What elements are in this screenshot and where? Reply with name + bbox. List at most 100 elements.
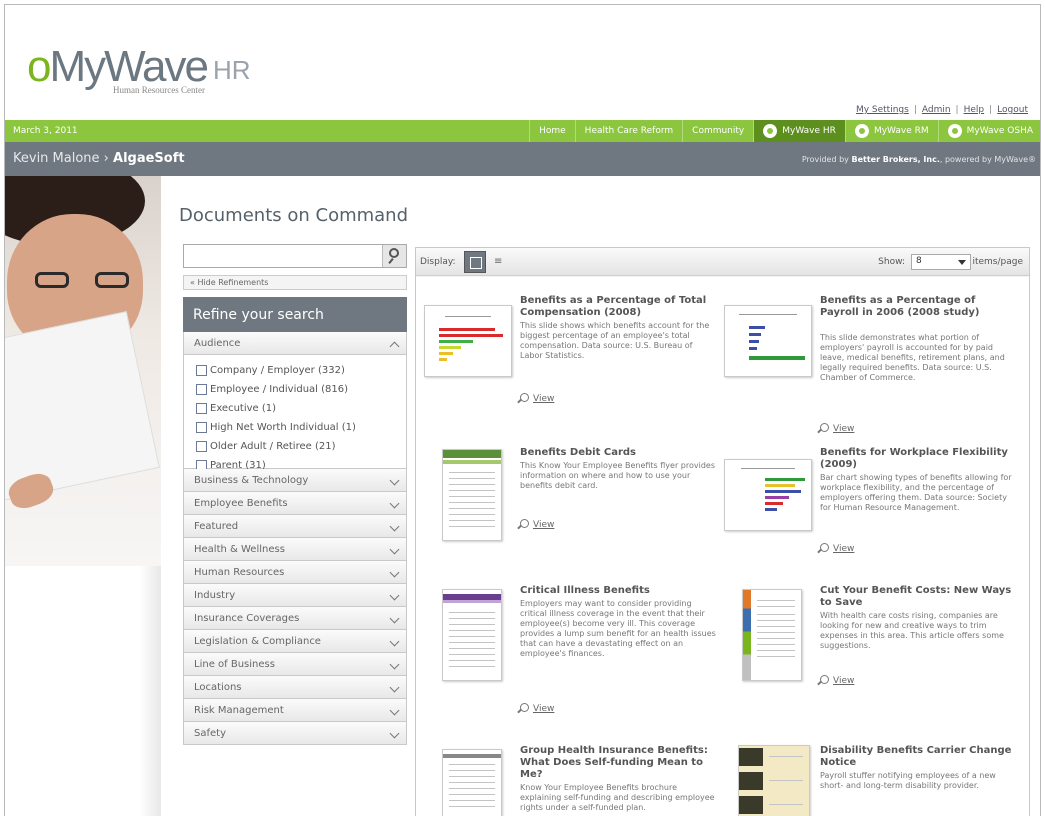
decorative-photo	[5, 176, 161, 816]
mywave-hr-icon	[763, 124, 778, 138]
view-link[interactable]: View	[820, 675, 854, 686]
accordion-business-technology[interactable]: Business & Technology	[183, 469, 407, 492]
nav-mywave-rm[interactable]: MyWave RM	[844, 120, 938, 142]
mywave-logo[interactable]: oMyWave HR Human Resources Center	[27, 41, 257, 103]
document-thumbnail[interactable]	[738, 745, 810, 816]
nav-mywave-hr[interactable]: MyWave HR	[753, 120, 845, 142]
document-description: With health care costs rising, companies…	[820, 611, 1004, 650]
accordion-legislation-compliance[interactable]: Legislation & Compliance	[183, 630, 407, 653]
audience-checkbox[interactable]: Executive (1)	[196, 399, 396, 418]
documents-grid: Benefits as a Percentage of Total Compen…	[416, 277, 1029, 816]
document-thumbnail[interactable]	[424, 305, 512, 377]
utility-links: My Settings | Admin | Help | Logout	[855, 105, 1028, 115]
chevron-down-icon	[389, 682, 400, 693]
chevron-down-icon	[389, 498, 400, 509]
display-label: Display:	[420, 257, 456, 267]
checkbox-icon	[196, 441, 207, 452]
refine-panel: Refine your search Audience Company / Em…	[183, 297, 407, 745]
audience-checkbox[interactable]: Older Adult / Retiree (21)	[196, 437, 396, 456]
document-card: Disability Benefits Carrier Change Notic…	[724, 745, 1024, 816]
search-button[interactable]	[382, 245, 406, 267]
audience-checkbox[interactable]: High Net Worth Individual (1)	[196, 418, 396, 437]
results-panel: Display: ≡ Show: 8 items/page Benefits a	[415, 247, 1030, 816]
magnifier-icon	[520, 393, 529, 402]
checkbox-icon	[196, 365, 207, 376]
user-info: Kevin Malone › AlgaeSoft	[13, 151, 185, 166]
document-title[interactable]: Benefits for Workplace Flexibility (2009…	[820, 447, 1016, 471]
checkbox-icon	[196, 422, 207, 433]
view-link[interactable]: View	[520, 703, 554, 714]
document-title[interactable]: Cut Your Benefit Costs: New Ways to Save	[820, 585, 1016, 609]
chevron-down-icon	[389, 636, 400, 647]
document-thumbnail[interactable]	[442, 749, 502, 816]
mywave-rm-icon	[854, 124, 869, 138]
chevron-down-icon	[389, 728, 400, 739]
document-thumbnail[interactable]	[742, 589, 802, 681]
document-card: Benefits for Workplace Flexibility (2009…	[724, 447, 1024, 577]
document-title[interactable]: Benefits Debit Cards	[520, 447, 716, 459]
accordion-risk-management[interactable]: Risk Management	[183, 699, 407, 722]
document-title[interactable]: Critical Illness Benefits	[520, 585, 716, 597]
accordion-featured[interactable]: Featured	[183, 515, 407, 538]
show-label: Show:	[878, 257, 905, 267]
page-title: Documents on Command	[179, 205, 409, 226]
document-description: Bar chart showing types of benefits allo…	[820, 473, 1012, 512]
search-icon	[389, 248, 399, 258]
chevron-down-icon	[389, 705, 400, 716]
nav-home[interactable]: Home	[529, 120, 575, 142]
document-thumbnail[interactable]	[724, 459, 812, 531]
document-card: Benefits as a Percentage of Payroll in 2…	[724, 295, 1024, 435]
document-card: Critical Illness Benefits Employers may …	[424, 585, 724, 735]
nav-community[interactable]: Community	[682, 120, 753, 142]
accordion-audience[interactable]: Audience	[183, 332, 407, 355]
logout-link[interactable]: Logout	[997, 105, 1028, 115]
company-name: AlgaeSoft	[113, 151, 185, 166]
nav-mywave-osha[interactable]: MyWave OSHA	[937, 120, 1040, 142]
list-view-icon[interactable]: ≡	[494, 256, 502, 267]
document-thumbnail[interactable]	[442, 589, 502, 681]
accordion-health-wellness[interactable]: Health & Wellness	[183, 538, 407, 561]
chevron-up-icon	[389, 341, 400, 352]
chevron-down-icon	[389, 567, 400, 578]
user-bar: Kevin Malone › AlgaeSoft Provided by Bet…	[5, 142, 1040, 176]
document-thumbnail[interactable]	[442, 449, 502, 541]
main-nav-bar: March 3, 2011 Home Health Care Reform Co…	[5, 120, 1040, 142]
magnifier-icon	[820, 675, 829, 684]
view-link[interactable]: View	[520, 393, 554, 404]
my-settings-link[interactable]: My Settings	[856, 105, 909, 115]
accordion-employee-benefits[interactable]: Employee Benefits	[183, 492, 407, 515]
accordion-human-resources[interactable]: Human Resources	[183, 561, 407, 584]
main-nav: Home Health Care Reform Community MyWave…	[529, 120, 1040, 142]
items-per-page-select[interactable]: 8	[911, 254, 971, 270]
accordion-safety[interactable]: Safety	[183, 722, 407, 745]
chevron-down-icon	[389, 659, 400, 670]
logo-subtitle: Human Resources Center	[113, 85, 205, 95]
document-title[interactable]: Benefits as a Percentage of Total Compen…	[520, 295, 716, 319]
accordion-insurance-coverages[interactable]: Insurance Coverages	[183, 607, 407, 630]
audience-checkbox[interactable]: Employee / Individual (816)	[196, 380, 396, 399]
mywave-osha-icon	[947, 124, 962, 138]
document-title[interactable]: Benefits as a Percentage of Payroll in 2…	[820, 295, 1016, 319]
app-frame: oMyWave HR Human Resources Center My Sett…	[4, 4, 1041, 816]
help-link[interactable]: Help	[964, 105, 985, 115]
chevron-down-icon	[389, 613, 400, 624]
grid-view-icon[interactable]	[464, 251, 486, 273]
document-title[interactable]: Group Health Insurance Benefits: What Do…	[520, 745, 716, 781]
document-thumbnail[interactable]	[724, 305, 812, 377]
accordion-line-of-business[interactable]: Line of Business	[183, 653, 407, 676]
checkbox-icon	[196, 403, 207, 414]
admin-link[interactable]: Admin	[922, 105, 951, 115]
audience-checkbox[interactable]: Company / Employer (332)	[196, 361, 396, 380]
document-title[interactable]: Disability Benefits Carrier Change Notic…	[820, 745, 1016, 769]
nav-health-care-reform[interactable]: Health Care Reform	[574, 120, 682, 142]
view-link[interactable]: View	[820, 423, 854, 434]
document-description: Payroll stuffer notifying employees of a…	[820, 771, 996, 790]
search-input[interactable]	[183, 244, 407, 268]
accordion-industry[interactable]: Industry	[183, 584, 407, 607]
hide-refinements-link[interactable]: « Hide Refinements	[183, 275, 407, 290]
view-link[interactable]: View	[820, 543, 854, 554]
accordion-locations[interactable]: Locations	[183, 676, 407, 699]
audience-options: Company / Employer (332) Employee / Indi…	[183, 355, 407, 471]
view-link[interactable]: View	[520, 519, 554, 530]
chevron-down-icon	[389, 521, 400, 532]
